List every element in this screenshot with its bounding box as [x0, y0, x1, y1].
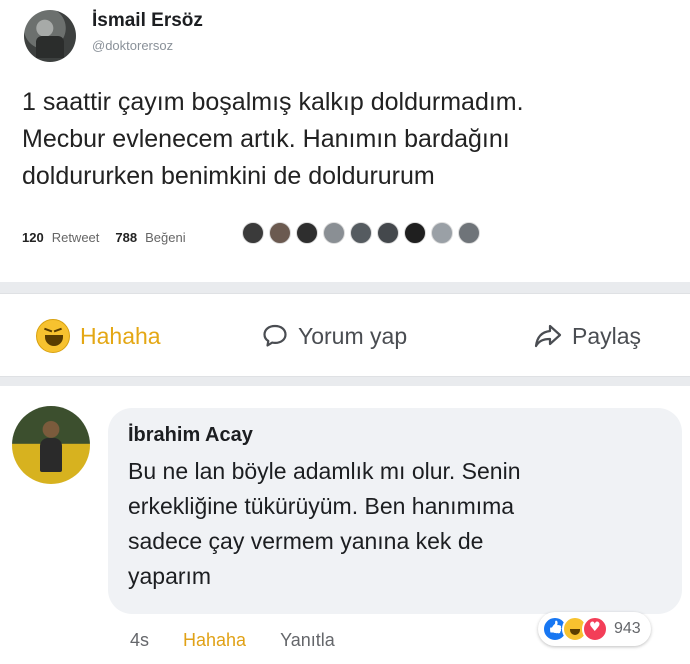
liker-avatar-icon[interactable]: [242, 222, 264, 244]
tweet-text-line: Mecbur evlenecem artık. Hanımın bardağın…: [22, 125, 510, 153]
comment-button[interactable]: Yorum yap: [262, 318, 407, 354]
liker-avatar-icon[interactable]: [458, 222, 480, 244]
liker-avatar-icon[interactable]: [431, 222, 453, 244]
liker-avatars: [242, 222, 480, 244]
tweet-text: 1 saattir çayım boşalmış kalkıp doldurma…: [22, 84, 682, 195]
tweet-author-name[interactable]: İsmail Ersöz: [92, 10, 203, 32]
retweet-count[interactable]: 120: [22, 230, 44, 245]
share-button-label: Paylaş: [572, 322, 642, 349]
liker-avatar-icon[interactable]: [269, 222, 291, 244]
tweet-stats: 120 Retweet 788 Beğeni: [22, 230, 186, 245]
reaction-count: 943: [614, 620, 641, 637]
love-icon: [582, 616, 608, 642]
tweet-card: İsmail Ersöz @doktorersoz 1 saattir çayı…: [0, 0, 690, 282]
comment-button-label: Yorum yap: [298, 322, 408, 349]
commenter-name[interactable]: İbrahim Acay: [128, 424, 253, 447]
tweet-author-handle[interactable]: @doktorersoz: [92, 38, 173, 53]
comment-text: Bu ne lan böyle adamlık mı olur. Senin e…: [128, 454, 668, 594]
comment-bubble-icon: [263, 324, 287, 347]
share-arrow-icon: [534, 324, 562, 348]
comment-meta-row: 4s Hahaha Yanıtla: [130, 630, 335, 651]
comment-text-line: erkekliğine tükürüyüm. Ben hanımıma: [128, 493, 515, 519]
comment-bubble: İbrahim Acay Bu ne lan böyle adamlık mı …: [108, 408, 682, 614]
tweet-text-line: 1 saattir çayım boşalmış kalkıp doldurma…: [22, 88, 524, 116]
haha-reaction-label: Hahaha: [80, 322, 161, 349]
liker-avatar-icon[interactable]: [323, 222, 345, 244]
like-count[interactable]: 788: [115, 230, 137, 245]
comment-section: İbrahim Acay Bu ne lan böyle adamlık mı …: [0, 386, 690, 664]
comment-text-line: Bu ne lan böyle adamlık mı olur. Senin: [128, 458, 521, 484]
tweet-author-avatar[interactable]: [24, 10, 76, 62]
comment-reply-link[interactable]: Yanıtla: [280, 630, 335, 651]
comment-text-line: sadece çay vermem yanına kek de: [128, 528, 484, 554]
comment-reaction-summary[interactable]: 943: [538, 612, 651, 646]
like-label[interactable]: Beğeni: [145, 230, 185, 245]
comment-timestamp[interactable]: 4s: [130, 630, 149, 651]
liker-avatar-icon[interactable]: [404, 222, 426, 244]
retweet-label[interactable]: Retweet: [52, 230, 100, 245]
haha-reaction-button[interactable]: Hahaha: [36, 318, 161, 354]
liker-avatar-icon[interactable]: [350, 222, 372, 244]
tweet-text-line: doldururken benimkini de doldururum: [22, 162, 435, 190]
liker-avatar-icon[interactable]: [296, 222, 318, 244]
comment-text-line: yaparım: [128, 563, 212, 589]
haha-emoji-icon: [36, 319, 70, 353]
comment-haha-link[interactable]: Hahaha: [183, 630, 246, 651]
liker-avatar-icon[interactable]: [377, 222, 399, 244]
post-action-bar: Hahaha Yorum yap Paylaş: [0, 293, 690, 377]
share-button[interactable]: Paylaş: [534, 318, 641, 354]
commenter-avatar[interactable]: [12, 406, 90, 484]
